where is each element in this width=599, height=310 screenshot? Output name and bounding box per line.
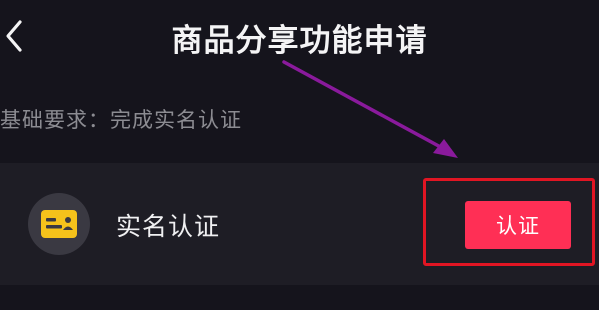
verification-card: 实名认证 认证	[0, 163, 599, 285]
id-card-icon	[41, 210, 77, 238]
card-icon-container	[28, 193, 90, 255]
verify-button[interactable]: 认证	[465, 201, 571, 249]
requirement-text: 基础要求：完成实名认证	[0, 108, 242, 132]
page: 商品分享功能申请 基础要求：完成实名认证 实名认证 认证	[0, 0, 599, 310]
page-title: 商品分享功能申请	[171, 23, 428, 59]
card-label: 实名认证	[116, 212, 221, 241]
